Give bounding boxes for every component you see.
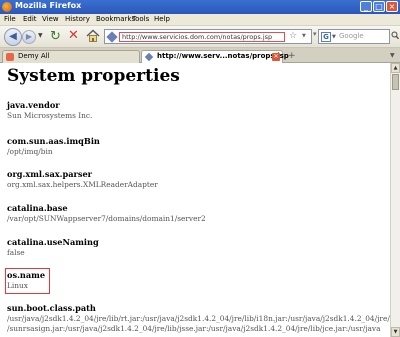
navigation-toolbar: ◀ ▶ ▼ ↻ ✕ http://www.servicios.dom.com/n… — [0, 26, 400, 48]
search-bar[interactable]: G ▼ Google — [318, 29, 390, 44]
close-window-button[interactable]: × — [386, 1, 398, 12]
property-value: Sun Microsystems Inc. — [7, 111, 93, 120]
bookmark-star-icon[interactable]: ☆ — [289, 31, 297, 41]
stop-button[interactable]: ✕ — [68, 28, 79, 43]
property-value: false — [7, 248, 25, 257]
property-name: com.sun.aas.imqBin — [7, 136, 100, 146]
property-name: org.xml.sax.parser — [7, 169, 92, 179]
property-name: catalina.useNaming — [7, 237, 99, 247]
tab-props-jsp[interactable]: http://www.serv...notas/props.jsp ✕ — [141, 50, 289, 63]
search-magnifier-icon[interactable] — [391, 30, 399, 42]
url-text[interactable]: http://www.servicios.dom.com/notas/props… — [119, 32, 285, 42]
scroll-thumb[interactable] — [392, 74, 399, 90]
os-name-highlight-box — [5, 268, 50, 294]
vertical-scrollbar[interactable]: ▲ ▼ — [390, 63, 400, 337]
menu-file[interactable]: File — [4, 15, 16, 23]
menu-view[interactable]: View — [42, 15, 59, 23]
property-name: java.vendor — [7, 100, 60, 110]
tab-demy-all[interactable]: Demy All — [2, 50, 140, 63]
home-button[interactable] — [86, 29, 100, 43]
address-bar[interactable]: http://www.servicios.dom.com/notas/props… — [104, 29, 312, 44]
property-item: java.vendor Sun Microsystems Inc. — [7, 100, 92, 121]
search-engine-dropdown-icon[interactable]: ▼ — [332, 34, 336, 40]
menu-edit[interactable]: Edit — [23, 15, 37, 23]
page-content: System properties java.vendor Sun Micros… — [0, 63, 390, 337]
tab-label: http://www.serv...notas/props.jsp — [157, 52, 289, 60]
page-title: System properties — [7, 66, 180, 86]
tab-bar: Demy All http://www.serv...notas/props.j… — [0, 48, 400, 63]
menu-bookmarks[interactable]: Bookmarks — [96, 15, 135, 23]
url-dropdown-icon[interactable]: ▼ — [302, 33, 306, 39]
history-dropdown-icon[interactable]: ▼ — [38, 32, 43, 39]
back-button[interactable]: ◀ — [4, 28, 22, 46]
property-name: catalina.base — [7, 203, 68, 213]
menu-bar: File Edit View History Bookmarks Tools H… — [0, 14, 400, 26]
menu-help[interactable]: Help — [154, 15, 170, 23]
property-value: /usr/java/j2sdk1.4.2_04/jre/lib/rt.jar:/… — [7, 314, 390, 323]
tab-list-dropdown-icon[interactable]: ▼ — [390, 52, 395, 59]
tab-favicon-icon — [144, 52, 154, 62]
forward-button[interactable]: ▶ — [22, 30, 36, 44]
property-value: org.xml.sax.helpers.XMLReaderAdapter — [7, 180, 158, 189]
search-input[interactable]: Google — [339, 32, 364, 40]
firefox-icon — [2, 2, 12, 12]
site-identity-icon[interactable] — [106, 31, 118, 43]
property-item: org.xml.sax.parser org.xml.sax.helpers.X… — [7, 169, 158, 190]
scroll-down-arrow-icon[interactable]: ▼ — [391, 327, 400, 337]
property-name: sun.boot.class.path — [7, 303, 96, 313]
reload-button[interactable]: ↻ — [50, 29, 61, 44]
maximize-button[interactable]: □ — [373, 1, 385, 12]
property-value-continued: /sunrsasign.jar:/usr/java/j2sdk1.4.2_04/… — [7, 324, 381, 333]
close-tab-icon[interactable]: ✕ — [272, 53, 280, 61]
property-item: sun.boot.class.path /usr/java/j2sdk1.4.2… — [7, 303, 390, 334]
tab-favicon-icon — [6, 53, 14, 61]
tab-label: Demy All — [18, 52, 50, 60]
window-title-bar: Mozilla Firefox _ □ × — [0, 0, 400, 14]
minimize-button[interactable]: _ — [360, 1, 372, 12]
property-item: com.sun.aas.imqBin /opt/imq/bin — [7, 136, 100, 157]
new-tab-button[interactable]: + — [288, 51, 296, 61]
property-item: catalina.useNaming false — [7, 237, 99, 258]
menu-history[interactable]: History — [65, 15, 90, 23]
property-value: /opt/imq/bin — [7, 147, 53, 156]
property-value: /var/opt/SUNWappserver7/domains/domain1/… — [7, 214, 206, 223]
window-title: Mozilla Firefox — [15, 1, 82, 10]
google-engine-icon[interactable]: G — [321, 32, 331, 42]
scroll-up-arrow-icon[interactable]: ▲ — [391, 63, 400, 73]
menu-tools[interactable]: Tools — [132, 15, 149, 23]
property-item: catalina.base /var/opt/SUNWappserver7/do… — [7, 203, 206, 224]
toolbar-separator: ▾ — [313, 30, 317, 38]
